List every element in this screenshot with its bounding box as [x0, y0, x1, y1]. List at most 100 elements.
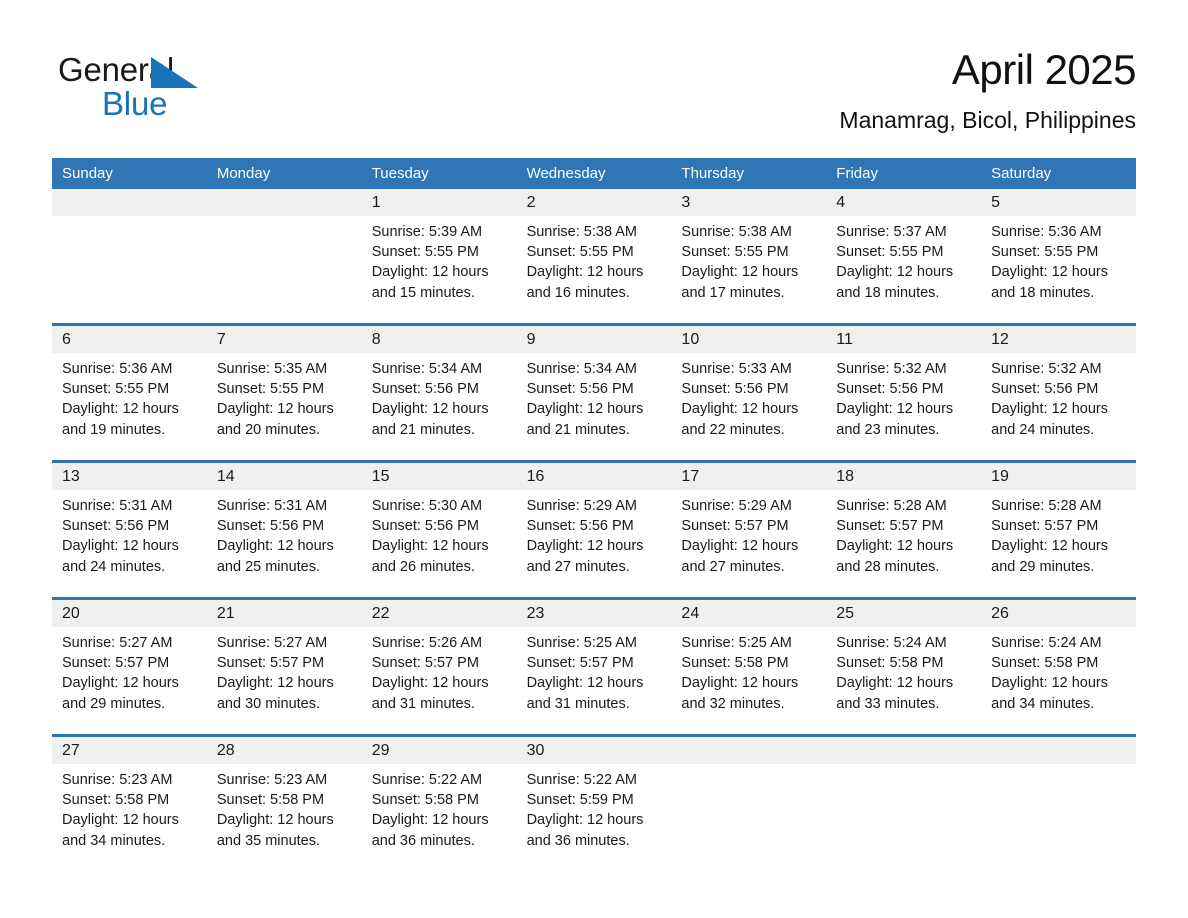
day-cell[interactable]: Sunrise: 5:30 AM Sunset: 5:56 PM Dayligh…: [362, 496, 517, 597]
day-number[interactable]: 27: [52, 737, 207, 764]
day-number[interactable]: 26: [981, 600, 1136, 627]
day-number[interactable]: 21: [207, 600, 362, 627]
day-cell[interactable]: Sunrise: 5:23 AM Sunset: 5:58 PM Dayligh…: [207, 770, 362, 871]
day-number[interactable]: 12: [981, 326, 1136, 353]
day-number[interactable]: 15: [362, 463, 517, 490]
day-cell[interactable]: Sunrise: 5:36 AM Sunset: 5:55 PM Dayligh…: [981, 222, 1136, 323]
day-number[interactable]: 19: [981, 463, 1136, 490]
day-number[interactable]: [52, 189, 207, 216]
day-cell[interactable]: Sunrise: 5:28 AM Sunset: 5:57 PM Dayligh…: [981, 496, 1136, 597]
day-cell[interactable]: Sunrise: 5:27 AM Sunset: 5:57 PM Dayligh…: [52, 633, 207, 734]
day-number[interactable]: 29: [362, 737, 517, 764]
sunrise-text: Sunrise: 5:25 AM: [526, 635, 637, 651]
daylight-text-line1: Daylight: 12 hours: [526, 675, 644, 692]
day-number[interactable]: 14: [207, 463, 362, 490]
day-number[interactable]: 3: [671, 189, 826, 216]
sunset-text: Sunset: 5:58 PM: [371, 792, 479, 809]
day-number[interactable]: 2: [517, 189, 672, 216]
daylight-text-line1: Daylight: 12 hours: [836, 538, 954, 555]
day-number[interactable]: 10: [671, 326, 826, 353]
sunset-text: Sunset: 5:55 PM: [526, 244, 634, 261]
sunset-text: Sunset: 5:58 PM: [681, 655, 789, 672]
day-number[interactable]: 8: [362, 326, 517, 353]
day-cell[interactable]: Sunrise: 5:38 AM Sunset: 5:55 PM Dayligh…: [517, 222, 672, 323]
day-cell[interactable]: Sunrise: 5:25 AM Sunset: 5:58 PM Dayligh…: [671, 633, 826, 734]
day-number[interactable]: 23: [517, 600, 672, 627]
sunset-text: Sunset: 5:55 PM: [216, 381, 325, 398]
day-cell[interactable]: Sunrise: 5:31 AM Sunset: 5:56 PM Dayligh…: [52, 496, 207, 597]
day-cell[interactable]: Sunrise: 5:27 AM Sunset: 5:57 PM Dayligh…: [207, 633, 362, 734]
day-cell[interactable]: Sunrise: 5:29 AM Sunset: 5:57 PM Dayligh…: [671, 496, 826, 597]
daylight-text-line1: Daylight: 12 hours: [371, 401, 489, 418]
week-row: 13 14 15 16 17 18 19 Sunrise: 5:31 AM Su…: [52, 460, 1136, 597]
day-number[interactable]: 24: [671, 600, 826, 627]
sunrise-text: Sunrise: 5:38 AM: [681, 224, 792, 240]
logo-text-blue: Blue: [102, 85, 168, 122]
daylight-text-line1: Daylight: 12 hours: [62, 401, 179, 418]
day-cell[interactable]: [826, 770, 981, 871]
day-cell[interactable]: Sunrise: 5:25 AM Sunset: 5:57 PM Dayligh…: [517, 633, 672, 734]
day-cell[interactable]: Sunrise: 5:31 AM Sunset: 5:56 PM Dayligh…: [207, 496, 362, 597]
daylight-text-line2: and 18 minutes.: [991, 284, 1095, 301]
day-cell[interactable]: Sunrise: 5:32 AM Sunset: 5:56 PM Dayligh…: [981, 359, 1136, 460]
day-number[interactable]: 9: [517, 326, 672, 353]
daylight-text-line2: and 25 minutes.: [216, 558, 321, 575]
general-blue-logo[interactable]: General Blue: [58, 52, 358, 124]
weekday-header-thursday: Thursday: [681, 165, 744, 182]
day-cell[interactable]: Sunrise: 5:23 AM Sunset: 5:58 PM Dayligh…: [52, 770, 207, 871]
weekday-header-saturday: Saturday: [991, 165, 1052, 182]
daylight-text-line2: and 23 minutes.: [836, 421, 940, 438]
day-cell[interactable]: Sunrise: 5:22 AM Sunset: 5:59 PM Dayligh…: [517, 770, 672, 871]
day-number[interactable]: [207, 189, 362, 216]
day-cell[interactable]: Sunrise: 5:22 AM Sunset: 5:58 PM Dayligh…: [362, 770, 517, 871]
day-cell[interactable]: [981, 770, 1136, 871]
day-cell[interactable]: Sunrise: 5:39 AM Sunset: 5:55 PM Dayligh…: [362, 222, 517, 323]
day-number[interactable]: 1: [362, 189, 517, 216]
day-number[interactable]: 25: [826, 600, 981, 627]
day-number[interactable]: 6: [52, 326, 207, 353]
day-cell[interactable]: Sunrise: 5:29 AM Sunset: 5:56 PM Dayligh…: [517, 496, 672, 597]
daylight-text-line2: and 20 minutes.: [216, 421, 321, 438]
day-number[interactable]: 18: [826, 463, 981, 490]
day-cell[interactable]: Sunrise: 5:37 AM Sunset: 5:55 PM Dayligh…: [826, 222, 981, 323]
day-cell[interactable]: Sunrise: 5:38 AM Sunset: 5:55 PM Dayligh…: [671, 222, 826, 323]
day-number[interactable]: 11: [826, 326, 981, 353]
day-cell[interactable]: [207, 222, 362, 323]
day-number[interactable]: 28: [207, 737, 362, 764]
daylight-text-line2: and 33 minutes.: [836, 695, 940, 712]
sunrise-text: Sunrise: 5:30 AM: [371, 498, 483, 514]
day-number[interactable]: 17: [671, 463, 826, 490]
day-number[interactable]: 30: [517, 737, 672, 764]
daylight-text-line2: and 34 minutes.: [991, 695, 1095, 712]
day-number[interactable]: 16: [517, 463, 672, 490]
day-cell[interactable]: Sunrise: 5:32 AM Sunset: 5:56 PM Dayligh…: [826, 359, 981, 460]
day-cell[interactable]: Sunrise: 5:28 AM Sunset: 5:57 PM Dayligh…: [826, 496, 981, 597]
day-cell[interactable]: [671, 770, 826, 871]
day-number[interactable]: 4: [826, 189, 981, 216]
day-number[interactable]: 7: [207, 326, 362, 353]
page-header: General Blue April 2025 Manamrag, Bicol,…: [0, 0, 1188, 158]
day-cell[interactable]: Sunrise: 5:24 AM Sunset: 5:58 PM Dayligh…: [826, 633, 981, 734]
daylight-text-line1: Daylight: 12 hours: [526, 401, 644, 418]
sunrise-text: Sunrise: 5:26 AM: [371, 635, 483, 651]
day-number[interactable]: [671, 737, 826, 764]
day-number[interactable]: 20: [52, 600, 207, 627]
day-cell[interactable]: Sunrise: 5:35 AM Sunset: 5:55 PM Dayligh…: [207, 359, 362, 460]
day-cell[interactable]: Sunrise: 5:36 AM Sunset: 5:55 PM Dayligh…: [52, 359, 207, 460]
sunrise-text: Sunrise: 5:31 AM: [62, 498, 173, 514]
day-cell[interactable]: Sunrise: 5:24 AM Sunset: 5:58 PM Dayligh…: [981, 633, 1136, 734]
week-row: 1 2 3 4 5 Sunrise: 5:39 AM Sunset: 5:55 …: [52, 189, 1136, 323]
daylight-text-line2: and 31 minutes.: [371, 695, 475, 712]
day-cell[interactable]: Sunrise: 5:33 AM Sunset: 5:56 PM Dayligh…: [671, 359, 826, 460]
day-cell[interactable]: [52, 222, 207, 323]
day-number[interactable]: 22: [362, 600, 517, 627]
day-number[interactable]: [826, 737, 981, 764]
title-block: April 2025 Manamrag, Bicol, Philippines: [839, 44, 1136, 134]
day-number[interactable]: [981, 737, 1136, 764]
day-number[interactable]: 5: [981, 189, 1136, 216]
day-cell[interactable]: Sunrise: 5:34 AM Sunset: 5:56 PM Dayligh…: [362, 359, 517, 460]
day-cell[interactable]: Sunrise: 5:26 AM Sunset: 5:57 PM Dayligh…: [362, 633, 517, 734]
location-subtitle: Manamrag, Bicol, Philippines: [839, 107, 1136, 133]
day-cell[interactable]: Sunrise: 5:34 AM Sunset: 5:56 PM Dayligh…: [517, 359, 672, 460]
day-number[interactable]: 13: [52, 463, 207, 490]
